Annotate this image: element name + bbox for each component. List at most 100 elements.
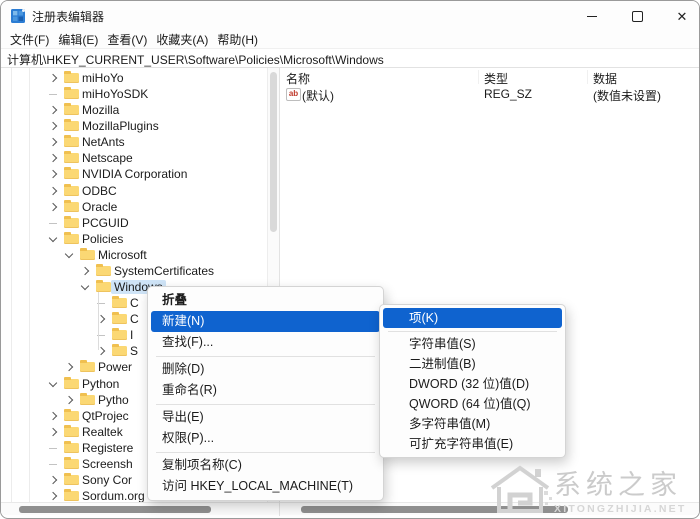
menu-item-b[interactable]: 二进制值(B) (380, 354, 565, 374)
tree-horizontal-scrollbar-thumb[interactable] (19, 506, 211, 513)
chevron-right-icon[interactable] (49, 106, 57, 114)
address-bar[interactable]: 计算机\HKEY_CURRENT_USER\Software\Policies\… (1, 49, 699, 68)
tree-item-netants[interactable]: NetAnts (1, 134, 267, 150)
maximize-button[interactable] (619, 1, 655, 31)
tree-item-label: miHoYoSDK (79, 87, 151, 101)
chevron-right-icon[interactable] (49, 186, 57, 194)
menubar-item-e[interactable]: 编辑(E) (57, 31, 99, 48)
chevron-right-icon[interactable] (49, 411, 57, 419)
tree-item-label: C (127, 296, 142, 310)
menu-item-hkey-local-machine-t[interactable]: 访问 HKEY_LOCAL_MACHINE(T) (148, 476, 383, 497)
tree-item-microsoft[interactable]: Microsoft (1, 247, 267, 263)
tree-item-label: Power (95, 360, 135, 374)
menubar-item-h[interactable]: 帮助(H) (216, 31, 259, 48)
folder-icon (64, 169, 79, 179)
list-horizontal-scrollbar-thumb[interactable] (301, 506, 568, 513)
tree-item-label: I (127, 328, 136, 342)
folder-icon (64, 121, 79, 131)
tree-item-label: Sordum.org (79, 489, 148, 502)
chevron-right-icon[interactable] (49, 428, 57, 436)
menu-item-f[interactable]: 查找(F)... (148, 332, 383, 353)
folder-icon (64, 202, 79, 212)
tree-item-label: NetAnts (79, 135, 128, 149)
chevron-right-icon[interactable] (49, 154, 57, 162)
tree-item-mozilla[interactable]: Mozilla (1, 102, 267, 118)
value-type: REG_SZ (484, 87, 532, 101)
menu-item-c[interactable]: 复制项名称(C) (148, 455, 383, 476)
menu-item-s[interactable]: 字符串值(S) (380, 334, 565, 354)
new-submenu: 项(K) 字符串值(S)二进制值(B)DWORD (32 位)值(D)QWORD … (379, 304, 566, 458)
tree-item-mozillaplugins[interactable]: MozillaPlugins (1, 118, 267, 134)
chevron-right-icon[interactable] (49, 122, 57, 130)
menu-item-dword-32-d[interactable]: DWORD (32 位)值(D) (380, 374, 565, 394)
menu-separator (156, 356, 375, 357)
folder-icon (96, 266, 111, 276)
tree-item-netscape[interactable]: Netscape (1, 150, 267, 166)
tree-item-label: MozillaPlugins (79, 119, 162, 133)
minimize-button[interactable] (574, 1, 610, 31)
chevron-right-icon[interactable] (81, 267, 89, 275)
chevron-down-icon[interactable] (49, 234, 57, 242)
tree-item-label: Microsoft (95, 248, 150, 262)
tree-item-label: Mozilla (79, 103, 122, 117)
folder-icon (64, 218, 79, 228)
menubar-item-a[interactable]: 收藏夹(A) (155, 31, 209, 48)
column-header-name[interactable]: 名称 (286, 70, 310, 87)
tree-horizontal-scrollbar[interactable] (1, 502, 279, 515)
menu-item-r[interactable]: 重命名(R) (148, 380, 383, 401)
tree-item-systemcertificates[interactable]: SystemCertificates (1, 263, 267, 279)
tree-item-label: Sony Cor (79, 473, 135, 487)
menu-item-item[interactable]: 折叠 (148, 290, 383, 311)
menu-item-p[interactable]: 权限(P)... (148, 428, 383, 449)
chevron-right-icon[interactable] (49, 476, 57, 484)
menu-item-e[interactable]: 导出(E) (148, 407, 383, 428)
chevron-right-icon[interactable] (49, 492, 57, 500)
menu-item-k[interactable]: 项(K) (383, 308, 562, 328)
column-divider[interactable] (478, 70, 479, 84)
folder-icon (64, 475, 79, 485)
chevron-right-icon[interactable] (49, 138, 57, 146)
tree-connector-dash (49, 223, 57, 224)
tree-item-policies[interactable]: Policies (1, 231, 267, 247)
menubar-item-v[interactable]: 查看(V) (106, 31, 148, 48)
chevron-right-icon[interactable] (49, 74, 57, 82)
tree-item-oracle[interactable]: Oracle (1, 199, 267, 215)
chevron-right-icon[interactable] (49, 170, 57, 178)
menu-bar: 文件(F) 编辑(E) 查看(V) 收藏夹(A) 帮助(H) (1, 31, 699, 49)
tree-item-mihoyo[interactable]: miHoYo (1, 70, 267, 86)
tree-item-label: NVIDIA Corporation (79, 167, 190, 181)
tree-item-odbc[interactable]: ODBC (1, 183, 267, 199)
tree-item-label: Policies (79, 232, 126, 246)
folder-icon (64, 459, 79, 469)
chevron-down-icon[interactable] (65, 250, 73, 258)
folder-icon (64, 105, 79, 115)
tree-item-label: Oracle (79, 200, 120, 214)
tree-item-mihoyosdk[interactable]: miHoYoSDK (1, 86, 267, 102)
chevron-right-icon[interactable] (49, 202, 57, 210)
menu-item-qword-64-q[interactable]: QWORD (64 位)值(Q) (380, 394, 565, 414)
menu-item-d[interactable]: 删除(D) (148, 359, 383, 380)
tree-item-label: Registere (79, 441, 136, 455)
window-title: 注册表编辑器 (32, 8, 104, 25)
close-button[interactable]: ✕ (664, 1, 700, 31)
string-value-icon: ab (286, 88, 301, 101)
menu-item-n[interactable]: 新建(N) (151, 311, 380, 332)
value-name[interactable]: (默认) (302, 87, 334, 104)
chevron-right-icon[interactable] (65, 363, 73, 371)
menu-item-e[interactable]: 可扩充字符串值(E) (380, 434, 565, 454)
tree-item-nvidia-corporation[interactable]: NVIDIA Corporation (1, 166, 267, 182)
folder-icon (80, 250, 95, 260)
chevron-down-icon[interactable] (81, 282, 89, 290)
column-header-data[interactable]: 数据 (593, 70, 617, 87)
tree-item-label: SystemCertificates (111, 264, 217, 278)
column-divider[interactable] (587, 70, 588, 84)
list-horizontal-scrollbar[interactable] (280, 502, 699, 515)
chevron-right-icon[interactable] (65, 395, 73, 403)
folder-icon (64, 411, 79, 421)
tree-vertical-scrollbar-thumb[interactable] (270, 72, 277, 232)
column-header-type[interactable]: 类型 (484, 70, 508, 87)
menu-item-m[interactable]: 多字符串值(M) (380, 414, 565, 434)
chevron-down-icon[interactable] (49, 378, 57, 386)
tree-item-pcguid[interactable]: PCGUID (1, 215, 267, 231)
menubar-item-f[interactable]: 文件(F) (9, 31, 50, 48)
